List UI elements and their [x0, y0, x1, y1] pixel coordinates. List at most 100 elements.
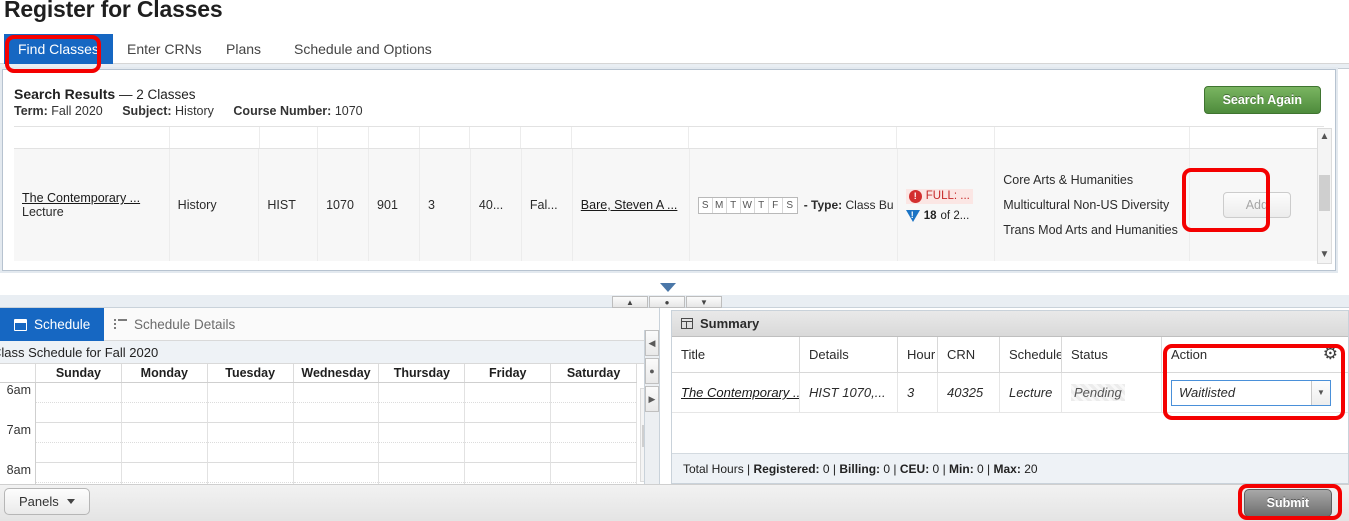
scrollbar-thumb[interactable] [1319, 175, 1330, 211]
tab-schedule-and-options[interactable]: Schedule and Options [280, 34, 446, 64]
grid-header-term[interactable] [521, 127, 572, 148]
collapse-caret-icon[interactable] [660, 283, 676, 292]
summary-col-crn[interactable]: CRN [938, 337, 1000, 372]
calendar-cell[interactable] [551, 383, 637, 423]
calendar-cell[interactable] [551, 463, 637, 484]
calendar-cell[interactable] [465, 463, 552, 484]
total-hours-label: Total Hours [683, 461, 744, 476]
gear-icon[interactable]: ⚙ [1323, 344, 1338, 364]
panels-button[interactable]: Panels [4, 488, 90, 515]
splitter-down-icon[interactable]: ▼ [686, 296, 722, 308]
calendar-cell[interactable] [293, 463, 380, 484]
min-value: 0 [977, 461, 984, 476]
summary-cell-action: Waitlisted ▼ [1162, 373, 1348, 412]
calendar-cell[interactable] [36, 383, 122, 423]
results-vertical-scrollbar[interactable]: ▲ ▼ [1317, 128, 1332, 264]
calendar-cell[interactable] [207, 423, 294, 463]
cell-attributes: Core Arts & Humanities Multicultural Non… [995, 149, 1190, 261]
grid-header-attributes[interactable] [995, 127, 1190, 148]
course-title-link[interactable]: The Contemporary ... [22, 191, 161, 205]
grid-header-section[interactable] [369, 127, 420, 148]
criteria-term: Term: Fall 2020 [14, 104, 103, 118]
tab-enter-crns[interactable]: Enter CRNs [113, 34, 216, 64]
instructor-link[interactable]: Bare, Steven A ... [581, 198, 681, 212]
calendar-cell[interactable] [207, 383, 294, 423]
grid-header-hours[interactable] [420, 127, 471, 148]
day-sun: S [698, 197, 713, 213]
calendar-time-label: 6am [0, 383, 36, 423]
summary-col-schedule[interactable]: Schedule [1000, 337, 1062, 372]
tab-schedule-details[interactable]: Schedule Details [100, 308, 249, 341]
splitter-right-icon[interactable]: ▶ [645, 386, 659, 412]
tab-plans[interactable]: Plans [212, 34, 275, 64]
schedule-panel: Schedule Schedule Details Class Schedule… [0, 308, 660, 484]
table-row: The Contemporary ... HIST 1070,... 3 403… [672, 373, 1348, 413]
attribute-item: Multicultural Non-US Diversity [1003, 197, 1170, 212]
calendar-header-row: Sunday Monday Tuesday Wednesday Thursday… [0, 364, 637, 383]
calendar-cell[interactable] [207, 463, 294, 484]
calendar-cell[interactable] [465, 383, 552, 423]
summary-col-details[interactable]: Details [800, 337, 898, 372]
scroll-down-icon[interactable]: ▼ [1318, 247, 1331, 263]
grid-header-subject[interactable] [170, 127, 260, 148]
calendar-day-wednesday: Wednesday [294, 364, 380, 382]
action-select[interactable]: Waitlisted ▼ [1171, 379, 1331, 406]
schedule-calendar: Sunday Monday Tuesday Wednesday Thursday… [0, 364, 637, 484]
calendar-row: 7am [0, 423, 637, 463]
summary-cell-details: HIST 1070,... [800, 373, 898, 412]
summary-col-title[interactable]: Title [672, 337, 800, 372]
cell-section: 901 [369, 149, 420, 261]
calendar-cell[interactable] [36, 423, 122, 463]
calendar-cell[interactable] [379, 463, 466, 484]
grid-header-crn[interactable] [470, 127, 521, 148]
chevron-down-icon[interactable]: ▼ [1311, 380, 1330, 405]
splitter-dot-icon[interactable]: ● [645, 358, 659, 384]
cell-course: HIST [259, 149, 319, 261]
add-button[interactable]: Add [1222, 192, 1291, 218]
search-results-count: — 2 Classes [118, 87, 196, 102]
grid-header-meeting[interactable] [689, 127, 898, 148]
calendar-cell[interactable] [121, 383, 208, 423]
grid-header-status[interactable] [897, 127, 995, 148]
min-label: Min: [949, 461, 974, 476]
calendar-day-tuesday: Tuesday [208, 364, 294, 382]
calendar-cell[interactable] [293, 383, 380, 423]
calendar-day-monday: Monday [122, 364, 208, 382]
cell-status: ! FULL: ... 18 of 2... [898, 149, 996, 261]
waitlist-count: 18 [923, 209, 937, 222]
attribute-item: Trans Mod Arts and Humanities [1003, 222, 1178, 237]
chevron-down-icon [66, 499, 75, 504]
criteria-course-number: Course Number: 1070 [233, 104, 363, 118]
summary-col-action[interactable]: Action [1162, 337, 1348, 372]
submit-button[interactable]: Submit [1243, 489, 1332, 517]
grid-header-row [14, 127, 1324, 149]
grid-header-number[interactable] [318, 127, 369, 148]
grid-header-course[interactable] [260, 127, 319, 148]
calendar-cell[interactable] [36, 463, 122, 484]
summary-course-link[interactable]: The Contemporary ... [681, 385, 799, 400]
calendar-cell[interactable] [551, 423, 637, 463]
calendar-cell[interactable] [465, 423, 552, 463]
grid-header-instructor[interactable] [572, 127, 689, 148]
tab-find-classes[interactable]: Find Classes [4, 34, 113, 64]
grid-header-title[interactable] [14, 127, 170, 148]
status-full-text: FULL: ... [925, 190, 970, 202]
calendar-cell[interactable] [379, 423, 466, 463]
grid-header-add[interactable] [1190, 127, 1324, 148]
splitter-left-icon[interactable]: ◀ [645, 330, 659, 356]
attribute-item: Core Arts & Humanities [1003, 172, 1134, 187]
summary-col-status[interactable]: Status [1062, 337, 1162, 372]
summary-col-hours[interactable]: Hour [898, 337, 938, 372]
calendar-cell[interactable] [379, 383, 466, 423]
calendar-cell[interactable] [293, 423, 380, 463]
search-results-header: Search Results — 2 Classes Term: Fall 20… [3, 70, 1335, 125]
calendar-time-corner [0, 364, 36, 382]
search-again-button[interactable]: Search Again [1203, 86, 1321, 114]
splitter-up-icon[interactable]: ▲ [612, 296, 648, 308]
splitter-dot-icon[interactable]: ● [649, 296, 685, 308]
tab-schedule[interactable]: Schedule [0, 308, 105, 341]
scroll-up-icon[interactable]: ▲ [1318, 129, 1331, 145]
max-label: Max: [993, 461, 1021, 476]
calendar-cell[interactable] [121, 463, 208, 484]
calendar-cell[interactable] [121, 423, 208, 463]
